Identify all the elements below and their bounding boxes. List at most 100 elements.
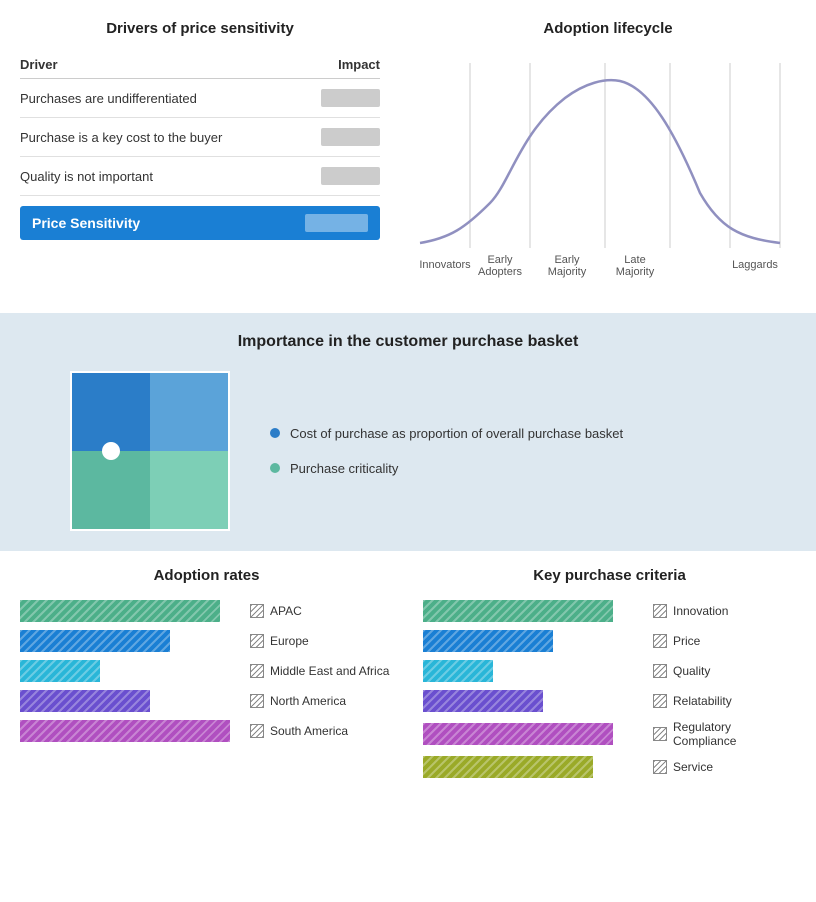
bar-container [423,630,643,652]
bar-icon [250,634,264,648]
bar-icon [653,694,667,708]
bar [20,660,100,682]
quadrant-legend: Cost of purchase as proportion of overal… [270,426,623,476]
quadrant-dot [102,442,120,460]
bar-row: Europe [20,630,393,652]
bar-row: Relatability [423,690,796,712]
bar [20,690,150,712]
quadrant-top-left [72,373,150,451]
price-sensitivity-row[interactable]: Price Sensitivity Medium [20,206,380,240]
bar-text: Europe [270,634,309,648]
bar [423,756,593,778]
bar-text: APAC [270,604,302,618]
drivers-panel: Drivers of price sensitivity Driver Impa… [0,10,400,303]
quadrant-bottom-left [72,451,150,529]
bar-container [20,690,240,712]
bar-container [423,660,643,682]
adoption-title: Adoption lifecycle [410,20,806,37]
impact-col-header: Impact [299,53,380,79]
table-row: Purchases are undifferentiated Medium [20,79,380,118]
bar-text: North America [270,694,346,708]
legend-dot [270,428,280,438]
bar-text: South America [270,724,348,738]
svg-text:Early: Early [554,254,580,266]
bar [20,720,230,742]
bar-container [20,720,240,742]
bar-icon [653,760,667,774]
bar-container [423,690,643,712]
impact-cell: Medium [299,79,380,118]
bar-row: Innovation [423,600,796,622]
bar-label: Price [653,634,700,648]
quadrant-bottom-right [150,451,228,529]
bar-row: Regulatory Compliance [423,720,796,748]
bar-label: Regulatory Compliance [653,720,796,748]
bar-row: Quality [423,660,796,682]
bar-label: South America [250,724,348,738]
table-row: Purchase is a key cost to the buyer Medi… [20,118,380,157]
bar-icon [250,664,264,678]
bar [423,660,493,682]
svg-text:Adopters: Adopters [478,266,523,278]
bar-icon [653,604,667,618]
legend-text: Cost of purchase as proportion of overal… [290,426,623,441]
bar-row: Middle East and Africa [20,660,393,682]
svg-text:Early: Early [487,254,513,266]
bar-text: Relatability [673,694,732,708]
bar-row: Service [423,756,796,778]
legend-dot [270,463,280,473]
key-purchase-panel: Key purchase criteria Innovation Price [413,567,806,786]
bar-icon [653,634,667,648]
bar [20,630,170,652]
bar [423,600,613,622]
key-purchase-chart: Innovation Price Quality [423,600,796,778]
bar-text: Regulatory Compliance [673,720,796,748]
driver-cell: Purchases are undifferentiated [20,79,299,118]
bar-text: Service [673,760,713,774]
key-purchase-title: Key purchase criteria [423,567,796,584]
bar-label: Service [653,760,713,774]
bar-label: Relatability [653,694,732,708]
bar-container [423,756,643,778]
drivers-title: Drivers of price sensitivity [20,20,380,37]
driver-col-header: Driver [20,53,299,79]
quadrant-top-right [150,373,228,451]
legend-item: Purchase criticality [270,461,623,476]
bar-container [423,600,643,622]
svg-text:Innovators: Innovators [419,259,471,271]
bar-row: North America [20,690,393,712]
bar-icon [250,604,264,618]
svg-text:Laggards: Laggards [732,259,778,271]
bar-label: APAC [250,604,302,618]
bar-text: Price [673,634,700,648]
legend-item: Cost of purchase as proportion of overal… [270,426,623,441]
bar-icon [653,664,667,678]
middle-title: Importance in the customer purchase bask… [30,333,786,351]
table-row: Quality is not important Medium [20,157,380,196]
bar-row: South America [20,720,393,742]
bar-label: Middle East and Africa [250,664,389,678]
adoption-panel: Adoption lifecycle Innovators Early Adop… [400,10,816,303]
price-sensitivity-label: Price Sensitivity [32,215,140,231]
bar-text: Quality [673,664,710,678]
driver-table: Driver Impact Purchases are undifferenti… [20,53,380,196]
middle-section: Importance in the customer purchase bask… [0,313,816,551]
driver-cell: Purchase is a key cost to the buyer [20,118,299,157]
bar [423,630,553,652]
bar [423,690,543,712]
driver-cell: Quality is not important [20,157,299,196]
bar [20,600,220,622]
bar-label: Europe [250,634,309,648]
bar-text: Middle East and Africa [270,664,389,678]
impact-cell: Medium [299,157,380,196]
bar-icon [653,727,667,741]
bar-container [20,630,240,652]
bar [423,723,613,745]
price-sensitivity-impact: Medium [305,214,368,232]
legend-text: Purchase criticality [290,461,398,476]
bar-label: Quality [653,664,710,678]
bar-container [20,660,240,682]
bar-container [423,723,643,745]
bar-label: Innovation [653,604,728,618]
adoption-rates-panel: Adoption rates APAC Europe [10,567,403,786]
